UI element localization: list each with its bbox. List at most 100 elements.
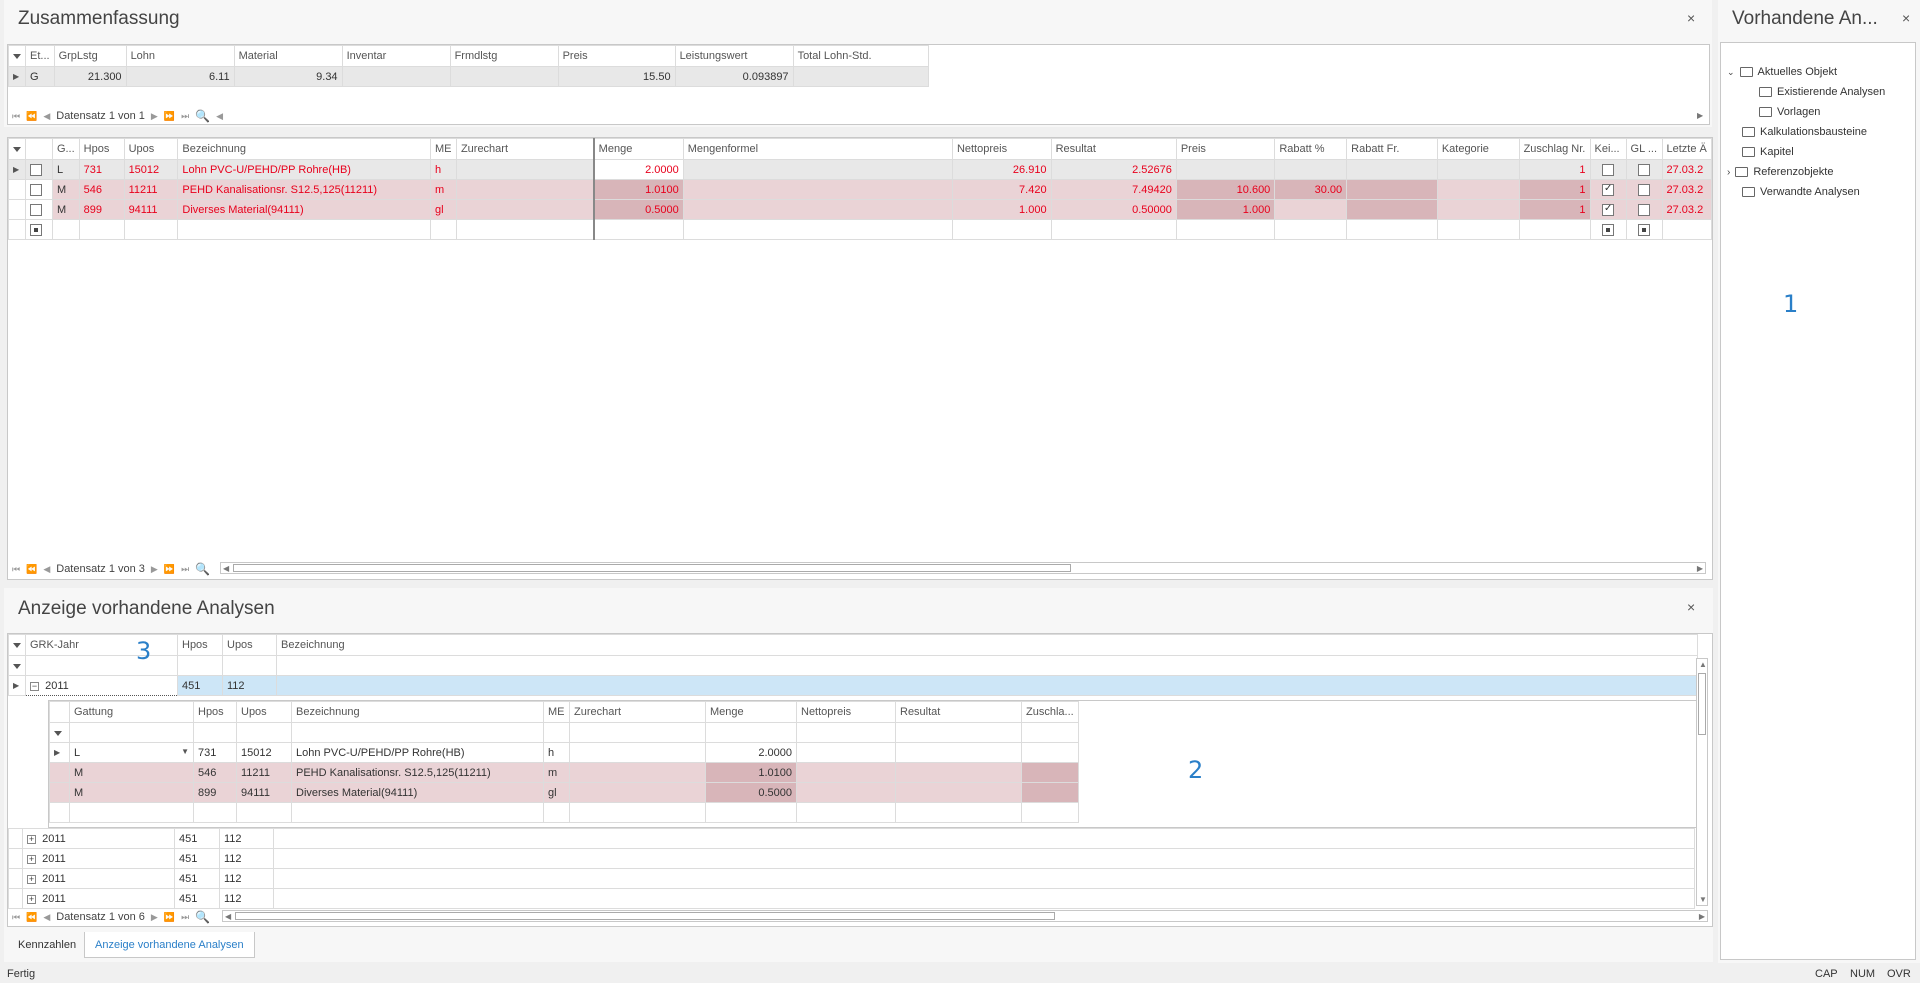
cell[interactable]: 451	[174, 848, 220, 869]
col-header[interactable]: Nettopreis	[796, 701, 896, 723]
col-header[interactable]: Frmdlstg	[449, 45, 559, 67]
col-header[interactable]: GrpLstg	[53, 45, 127, 67]
kei-checkbox[interactable]	[1589, 219, 1627, 240]
col-header[interactable]: Rabatt %	[1274, 138, 1348, 160]
col-header[interactable]: ME	[543, 701, 570, 723]
cell[interactable]: 9.34	[233, 66, 343, 87]
col-header[interactable]: Menge	[705, 701, 797, 723]
gl-checkbox[interactable]	[1625, 199, 1663, 220]
col-header[interactable]: Bezeichnung	[291, 701, 544, 723]
cell[interactable]: 6.11	[125, 66, 235, 87]
cell[interactable]: Diverses Material(94111)	[177, 199, 431, 220]
table-row[interactable]: M 546 11211 PEHD Kanalisationsr. S12.5,1…	[8, 179, 1712, 200]
cell[interactable]: 0.50000	[1050, 199, 1177, 220]
cell[interactable]: 451	[174, 828, 220, 849]
cell[interactable]	[273, 888, 1695, 909]
filter-cell[interactable]	[1021, 722, 1079, 743]
cell[interactable]	[449, 66, 559, 87]
cell[interactable]	[78, 219, 125, 240]
cell[interactable]: 546	[193, 762, 237, 783]
cell[interactable]: 15012	[123, 159, 179, 180]
filter-cell[interactable]	[25, 655, 178, 676]
kei-checkbox[interactable]	[1589, 199, 1627, 220]
cell[interactable]	[1175, 159, 1276, 180]
cell[interactable]	[193, 802, 237, 823]
cell[interactable]	[1021, 782, 1079, 803]
col-header[interactable]: ME	[429, 138, 457, 160]
cell[interactable]	[1436, 199, 1520, 220]
prev-record-icon[interactable]: ◀	[43, 111, 50, 122]
expand-icon[interactable]: +	[27, 834, 36, 844]
cell[interactable]	[796, 742, 896, 763]
cell[interactable]: PEHD Kanalisationsr. S12.5,125(11211)	[291, 762, 544, 783]
row-checkbox[interactable]	[25, 159, 53, 180]
cell[interactable]: 1.000	[1175, 199, 1276, 220]
first-record-icon[interactable]: ⏮	[12, 111, 20, 122]
scroll-left-icon[interactable]: ◀	[223, 564, 229, 573]
cell[interactable]	[273, 868, 1695, 889]
cell[interactable]	[177, 219, 431, 240]
tree-item-referenzobjekte[interactable]: › Referenzobjekte	[1727, 166, 1833, 178]
expand-icon[interactable]: +	[27, 854, 36, 864]
col-header[interactable]: Bezeichnung	[276, 634, 1698, 656]
cell[interactable]: 1.000	[951, 199, 1052, 220]
cell[interactable]: 899	[193, 782, 237, 803]
filter-cell[interactable]	[69, 722, 194, 743]
cell[interactable]	[592, 219, 684, 240]
cell[interactable]: M	[69, 762, 194, 783]
cell[interactable]	[1346, 199, 1438, 220]
table-row[interactable]: M 546 11211 PEHD Kanalisationsr. S12.5,1…	[49, 762, 1079, 783]
analysen-hscrollbar[interactable]: ◀ ▶	[222, 910, 1708, 922]
chevron-down-icon[interactable]: ▼	[181, 747, 189, 756]
cell[interactable]: 27.03.2	[1661, 199, 1712, 220]
cell[interactable]: 0.5000	[705, 782, 797, 803]
col-header[interactable]: Material	[233, 45, 343, 67]
table-row-selected[interactable]: ▶ − 2011 451 112	[8, 675, 1698, 696]
cell[interactable]: 1.0100	[592, 179, 684, 200]
cell[interactable]	[455, 159, 595, 180]
cell[interactable]	[796, 802, 896, 823]
cell[interactable]: 94111	[236, 782, 292, 803]
col-header[interactable]: G...	[51, 138, 80, 160]
cell[interactable]	[569, 762, 706, 783]
col-header[interactable]: Zuschla...	[1021, 701, 1079, 723]
col-header[interactable]: GRK-Jahr	[25, 634, 178, 656]
cell[interactable]	[273, 828, 1695, 849]
col-header[interactable]: Kategorie	[1436, 138, 1520, 160]
cell[interactable]: 21.300	[53, 66, 127, 87]
cell[interactable]: 7.420	[951, 179, 1052, 200]
col-header[interactable]: Resultat	[1050, 138, 1177, 160]
next-record-icon[interactable]: ▶	[151, 564, 158, 575]
cell[interactable]	[1436, 159, 1520, 180]
filter-cell[interactable]	[177, 655, 223, 676]
cell[interactable]	[429, 219, 457, 240]
cell[interactable]: 2.0000	[592, 159, 684, 180]
col-header[interactable]: Rabatt Fr.	[1346, 138, 1438, 160]
col-header[interactable]: Upos	[123, 138, 179, 160]
detail-hscrollbar[interactable]: ◀ ▶	[220, 562, 1706, 574]
cell[interactable]: gl	[429, 199, 457, 220]
scroll-down-icon[interactable]: ▼	[1699, 895, 1707, 904]
first-record-icon[interactable]: ⏮	[12, 912, 20, 923]
filter-cell[interactable]	[193, 722, 237, 743]
cell[interactable]: 0.5000	[592, 199, 684, 220]
new-row[interactable]	[49, 802, 1079, 823]
cell[interactable]	[895, 782, 1022, 803]
tree-item-aktuelles-objekt[interactable]: ⌄ Aktuelles Objekt	[1727, 66, 1837, 78]
cell[interactable]: 27.03.2	[1661, 159, 1712, 180]
cell[interactable]: 731	[193, 742, 237, 763]
cell[interactable]: 15012	[236, 742, 292, 763]
cell[interactable]	[1661, 219, 1712, 240]
cell[interactable]	[1346, 179, 1438, 200]
cell[interactable]: G	[25, 66, 55, 87]
table-row[interactable]: M 899 94111 Diverses Material(94111) gl …	[8, 199, 1712, 220]
cell[interactable]: 112	[222, 675, 277, 696]
gl-checkbox[interactable]	[1625, 159, 1663, 180]
filter-row-icon[interactable]	[49, 722, 70, 743]
filter-cell[interactable]	[222, 655, 277, 676]
chevron-down-icon[interactable]: ⌄	[1727, 67, 1735, 78]
cell[interactable]	[569, 782, 706, 803]
filter-icon[interactable]	[8, 138, 26, 160]
cell[interactable]: 112	[219, 888, 274, 909]
cell[interactable]	[341, 66, 451, 87]
